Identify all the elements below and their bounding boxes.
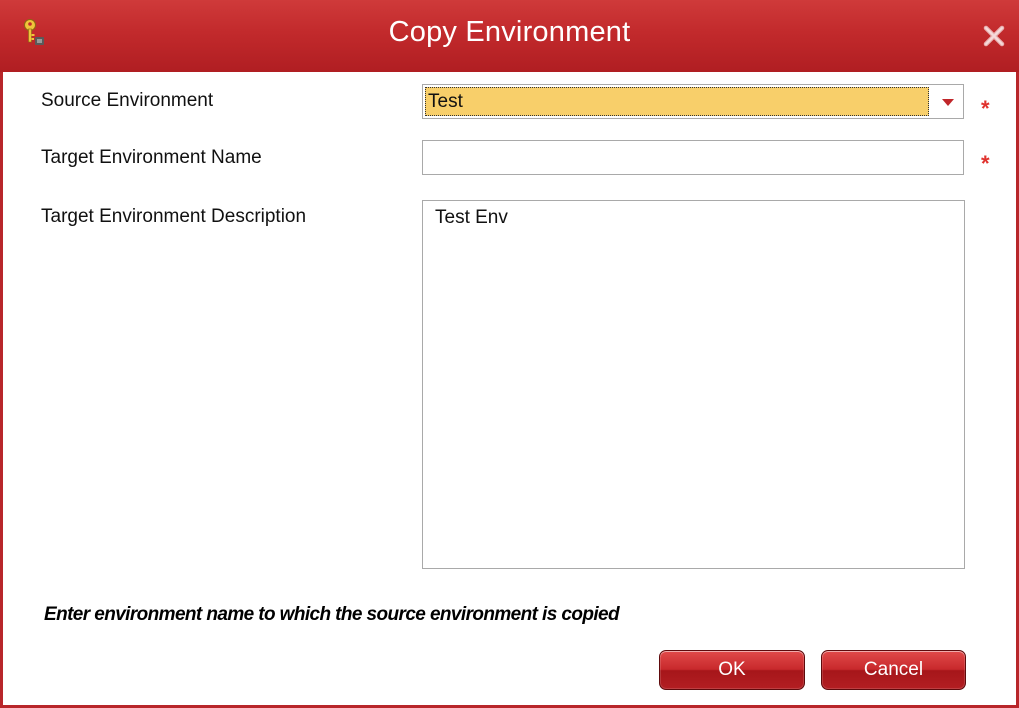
hint-text: Enter environment name to which the sour…: [44, 604, 620, 625]
ok-button[interactable]: OK: [659, 650, 805, 690]
close-icon[interactable]: [980, 22, 1008, 50]
target-description-textarea[interactable]: Test Env: [422, 200, 965, 569]
target-name-label: Target Environment Name: [41, 147, 262, 168]
target-name-input[interactable]: [422, 140, 964, 175]
source-environment-value: Test: [425, 87, 929, 116]
source-environment-label: Source Environment: [41, 90, 214, 111]
cancel-button[interactable]: Cancel: [821, 650, 966, 690]
required-marker: *: [981, 151, 990, 176]
title-bar[interactable]: Copy Environment: [0, 0, 1019, 72]
copy-environment-dialog: Copy Environment Source Environment Test…: [0, 0, 1019, 708]
source-environment-select[interactable]: Test: [422, 84, 964, 119]
chevron-down-icon[interactable]: [933, 85, 963, 118]
target-description-label: Target Environment Description: [41, 206, 307, 227]
dialog-title: Copy Environment: [388, 16, 631, 48]
required-marker: *: [981, 96, 990, 121]
